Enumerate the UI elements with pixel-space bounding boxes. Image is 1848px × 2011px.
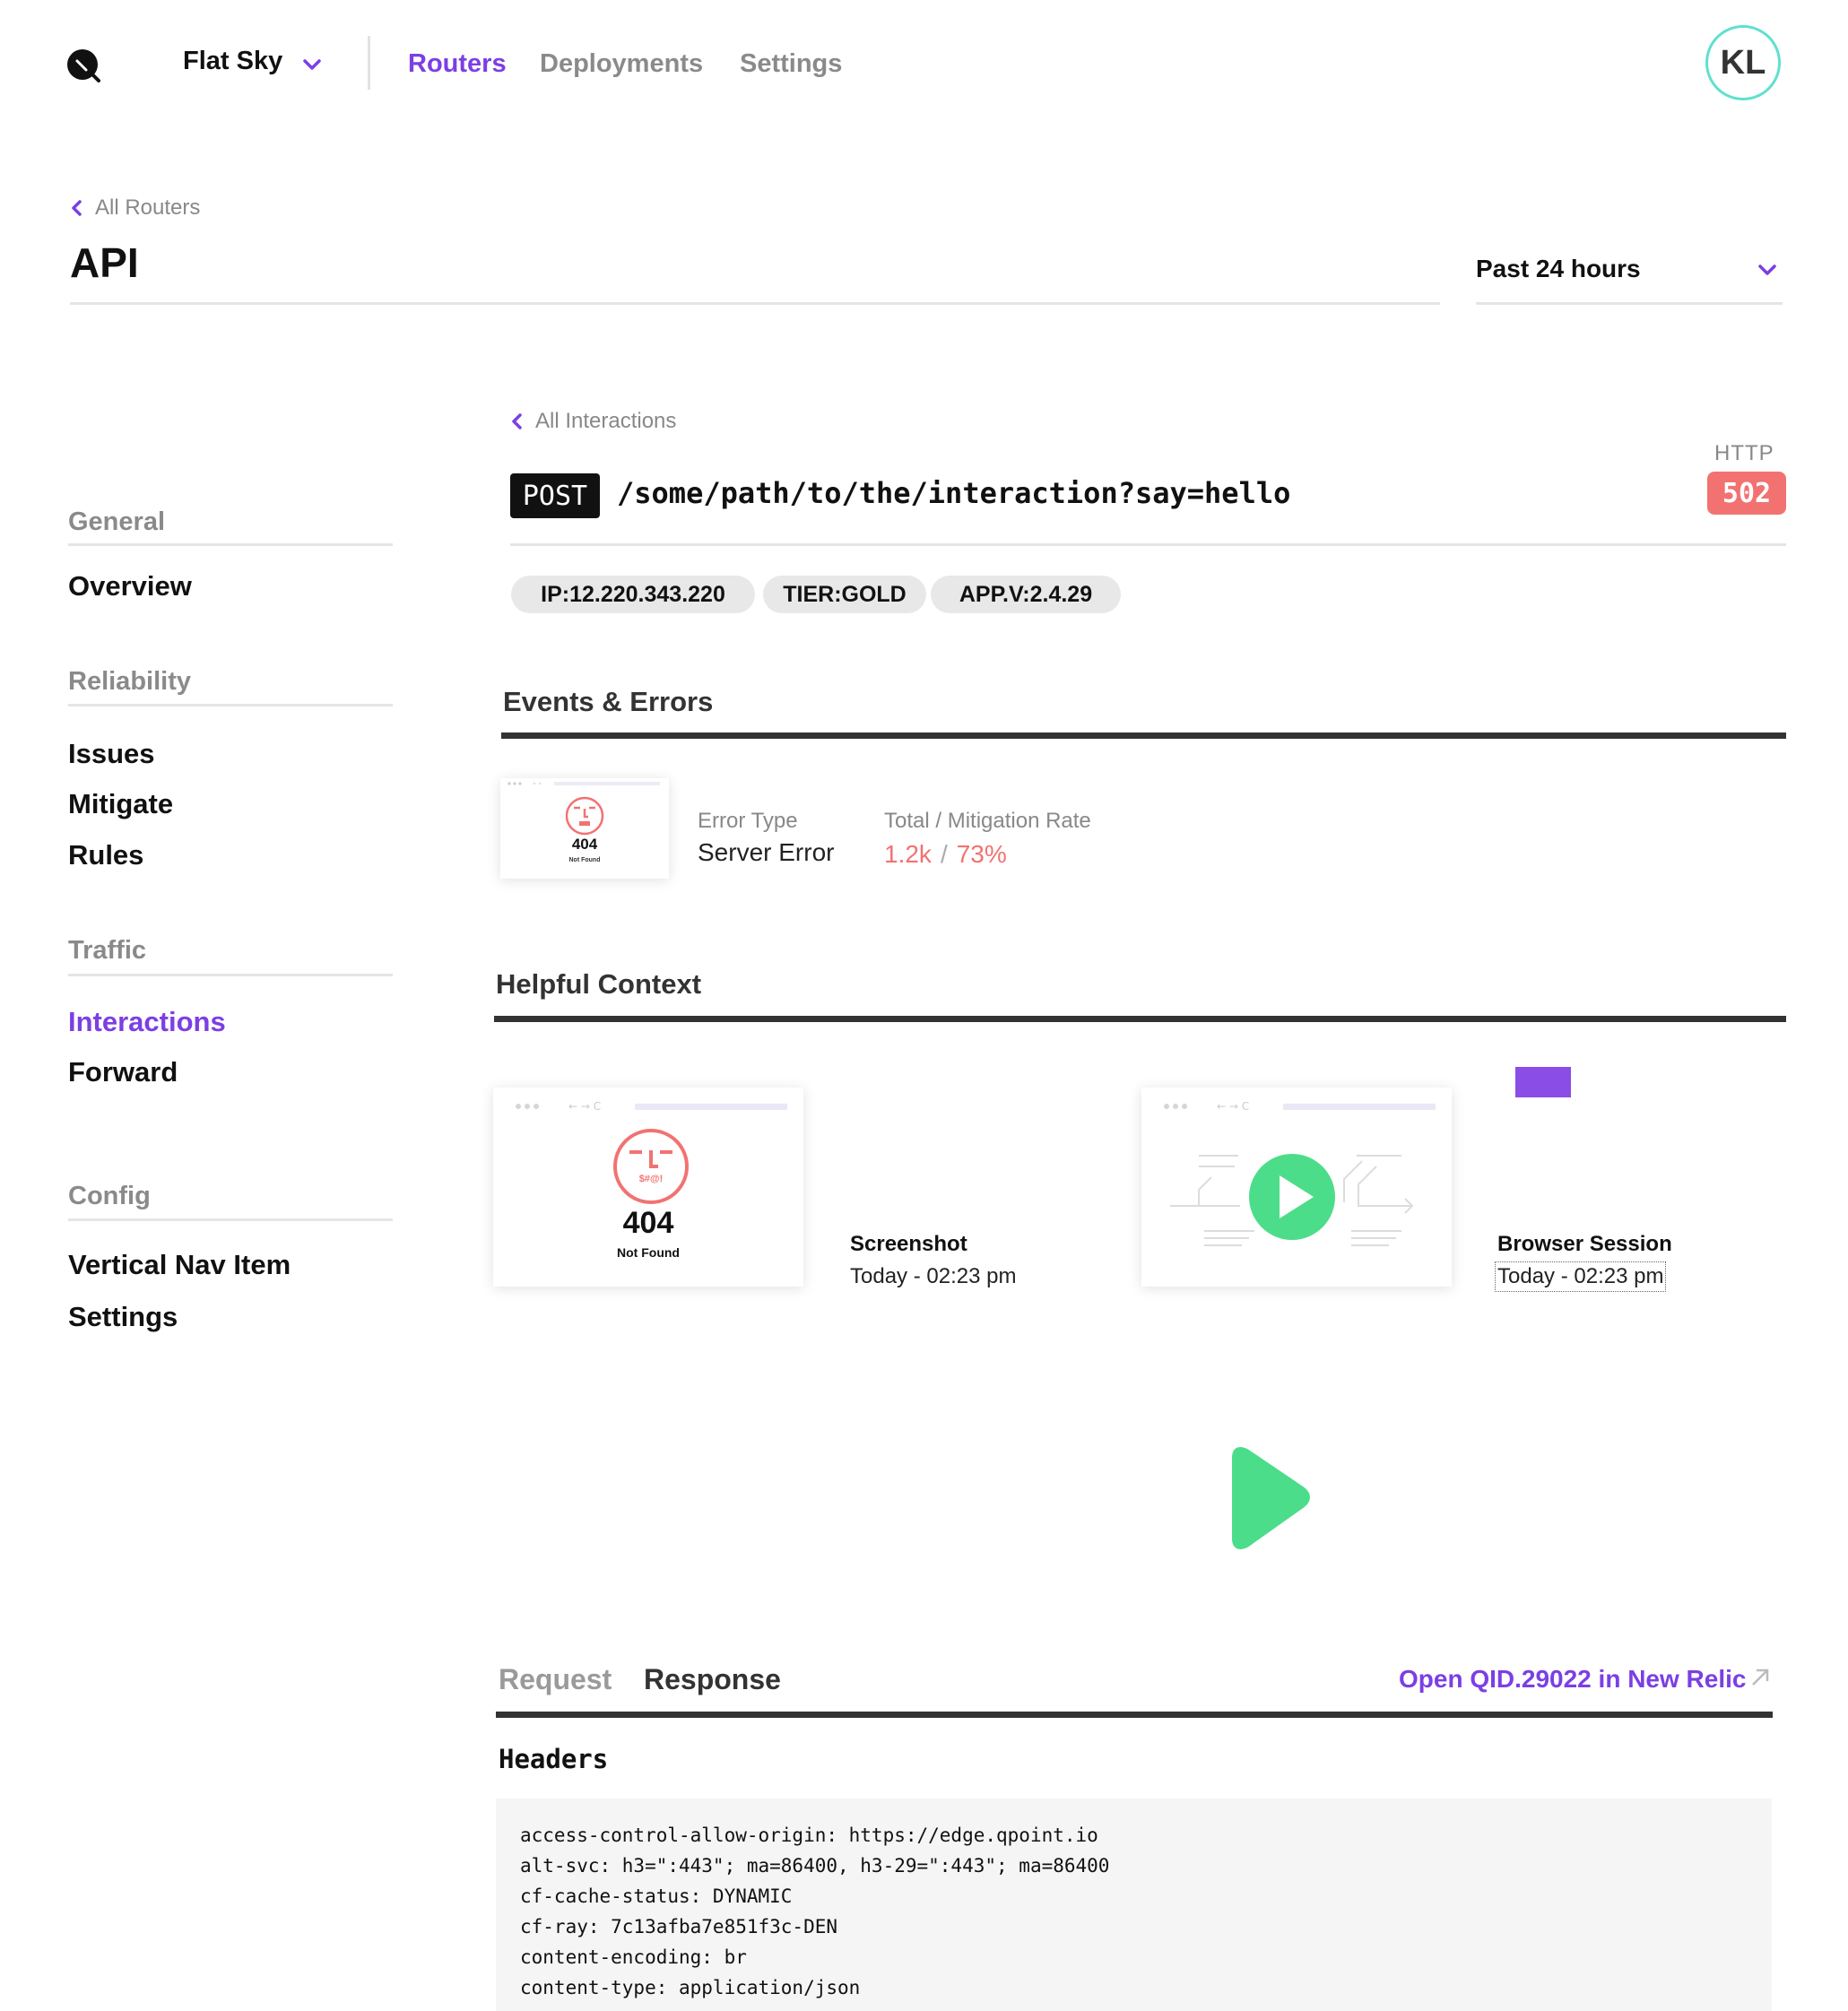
- session-title: Browser Session: [1497, 1232, 1672, 1256]
- chevron-left-icon: [72, 200, 82, 216]
- breadcrumb-all-routers[interactable]: All Routers: [70, 195, 200, 221]
- sidebar-divider: [68, 974, 393, 976]
- org-switcher[interactable]: Flat Sky: [183, 47, 282, 76]
- thumb-code: 404: [571, 836, 598, 853]
- method-badge: POST: [510, 473, 600, 518]
- play-icon: [1232, 1447, 1310, 1549]
- section-title-context: Helpful Context: [496, 968, 702, 1000]
- tab-response[interactable]: Response: [644, 1663, 781, 1696]
- time-range-select[interactable]: Past 24 hours: [1476, 251, 1783, 305]
- page-title: API: [70, 239, 139, 286]
- section-divider: [494, 1016, 1786, 1022]
- rate-separator: /: [940, 840, 948, 868]
- sidebar-item-settings[interactable]: Settings: [68, 1301, 178, 1333]
- sidebar-divider: [68, 543, 393, 546]
- rate-label: Total / Mitigation Rate: [884, 809, 1091, 833]
- sidebar-item-rules[interactable]: Rules: [68, 839, 143, 871]
- thumb-text: Not Found: [568, 857, 601, 863]
- error-type-value: Server Error: [698, 838, 835, 866]
- screenshot-code: 404: [622, 1206, 674, 1240]
- http-label: HTTP: [1714, 441, 1774, 465]
- section-divider: [501, 732, 1786, 739]
- sidebar-item-overview[interactable]: Overview: [68, 570, 192, 602]
- header-line: access-control-allow-origin: https://edg…: [520, 1825, 1098, 1846]
- time-range-value: Past 24 hours: [1476, 255, 1641, 282]
- svg-text:← → C: ← → C: [568, 1100, 601, 1113]
- new-relic-link[interactable]: Open QID.29022 in New Relic: [1399, 1665, 1746, 1694]
- tab-request[interactable]: Request: [499, 1663, 612, 1696]
- play-button[interactable]: [1223, 1443, 1313, 1560]
- tag-app-version[interactable]: APP.V:2.4.29: [931, 576, 1121, 613]
- chevron-left-icon: [512, 413, 522, 429]
- chevron-down-icon[interactable]: [299, 52, 325, 77]
- svg-text:← → C: ← → C: [1217, 1100, 1249, 1113]
- session-time: Today - 02:23 pm: [1494, 1261, 1667, 1292]
- nav-settings[interactable]: Settings: [740, 49, 842, 79]
- sidebar-item-issues[interactable]: Issues: [68, 738, 155, 770]
- breadcrumb-label: All Routers: [95, 195, 201, 220]
- sidebar-heading-traffic: Traffic: [68, 936, 147, 965]
- error-thumbnail[interactable]: 404 Not Found: [500, 778, 669, 879]
- nav-routers[interactable]: Routers: [408, 49, 507, 79]
- section-title-events: Events & Errors: [503, 686, 714, 717]
- screenshot-card[interactable]: ← → C $#@! 404 Not Found: [493, 1088, 803, 1287]
- header-line: content-encoding: br: [520, 1946, 747, 1968]
- sidebar-heading-config: Config: [68, 1182, 151, 1210]
- tag-tier[interactable]: TIER:GOLD: [763, 576, 926, 613]
- chevron-down-icon: [1758, 264, 1776, 275]
- session-replay-icon: ← → C: [1164, 1100, 1436, 1246]
- browser-session-card[interactable]: ← → C: [1141, 1088, 1452, 1287]
- app-logo[interactable]: [66, 48, 102, 84]
- breadcrumb-all-interactions[interactable]: All Interactions: [510, 409, 676, 434]
- title-divider: [70, 302, 1440, 305]
- sidebar-divider: [68, 1218, 393, 1221]
- headers-title: Headers: [499, 1744, 609, 1774]
- tag-ip[interactable]: IP:12.220.343.220: [511, 576, 755, 613]
- interaction-path: /some/path/to/the/interaction?say=hello: [617, 476, 1291, 510]
- screenshot-code-text: Not Found: [617, 1245, 680, 1260]
- total-count: 1.2k: [884, 840, 932, 868]
- header-line: cf-cache-status: DYNAMIC: [520, 1885, 793, 1907]
- external-link-icon[interactable]: [1748, 1666, 1772, 1689]
- sidebar-item-vertical-nav[interactable]: Vertical Nav Item: [68, 1249, 291, 1281]
- header-line: alt-svc: h3=":443"; ma=86400, h3-29=":44…: [520, 1855, 1110, 1877]
- breadcrumb-label: All Interactions: [535, 409, 677, 433]
- header-line: cf-ray: 7c13afba7e851f3c-DEN: [520, 1916, 838, 1937]
- user-avatar[interactable]: KL: [1705, 25, 1781, 100]
- face-text: $#@!: [638, 1174, 664, 1184]
- error-type-label: Error Type: [698, 809, 798, 833]
- status-badge: 502: [1707, 472, 1786, 515]
- nav-divider: [368, 36, 370, 90]
- error-face-icon: [508, 782, 660, 836]
- nav-deployments[interactable]: Deployments: [540, 49, 703, 79]
- sidebar-divider: [68, 704, 393, 706]
- screenshot-time: Today - 02:23 pm: [850, 1264, 1017, 1288]
- sidebar-item-forward[interactable]: Forward: [68, 1056, 178, 1088]
- mitigation-rate: 73%: [956, 840, 1007, 868]
- sidebar-heading-reliability: Reliability: [68, 667, 191, 696]
- sidebar-item-interactions[interactable]: Interactions: [68, 1006, 226, 1038]
- header-divider: [510, 543, 1786, 546]
- section-divider: [496, 1712, 1773, 1718]
- header-line: content-type: application/json: [520, 1977, 861, 1998]
- screenshot-title: Screenshot: [850, 1232, 967, 1256]
- sidebar-heading-general: General: [68, 507, 165, 536]
- session-indicator: [1515, 1067, 1571, 1097]
- rate-value: 1.2k / 73%: [884, 840, 1007, 869]
- sidebar-item-mitigate[interactable]: Mitigate: [68, 788, 173, 820]
- headers-code-block: access-control-allow-origin: https://edg…: [496, 1799, 1772, 2011]
